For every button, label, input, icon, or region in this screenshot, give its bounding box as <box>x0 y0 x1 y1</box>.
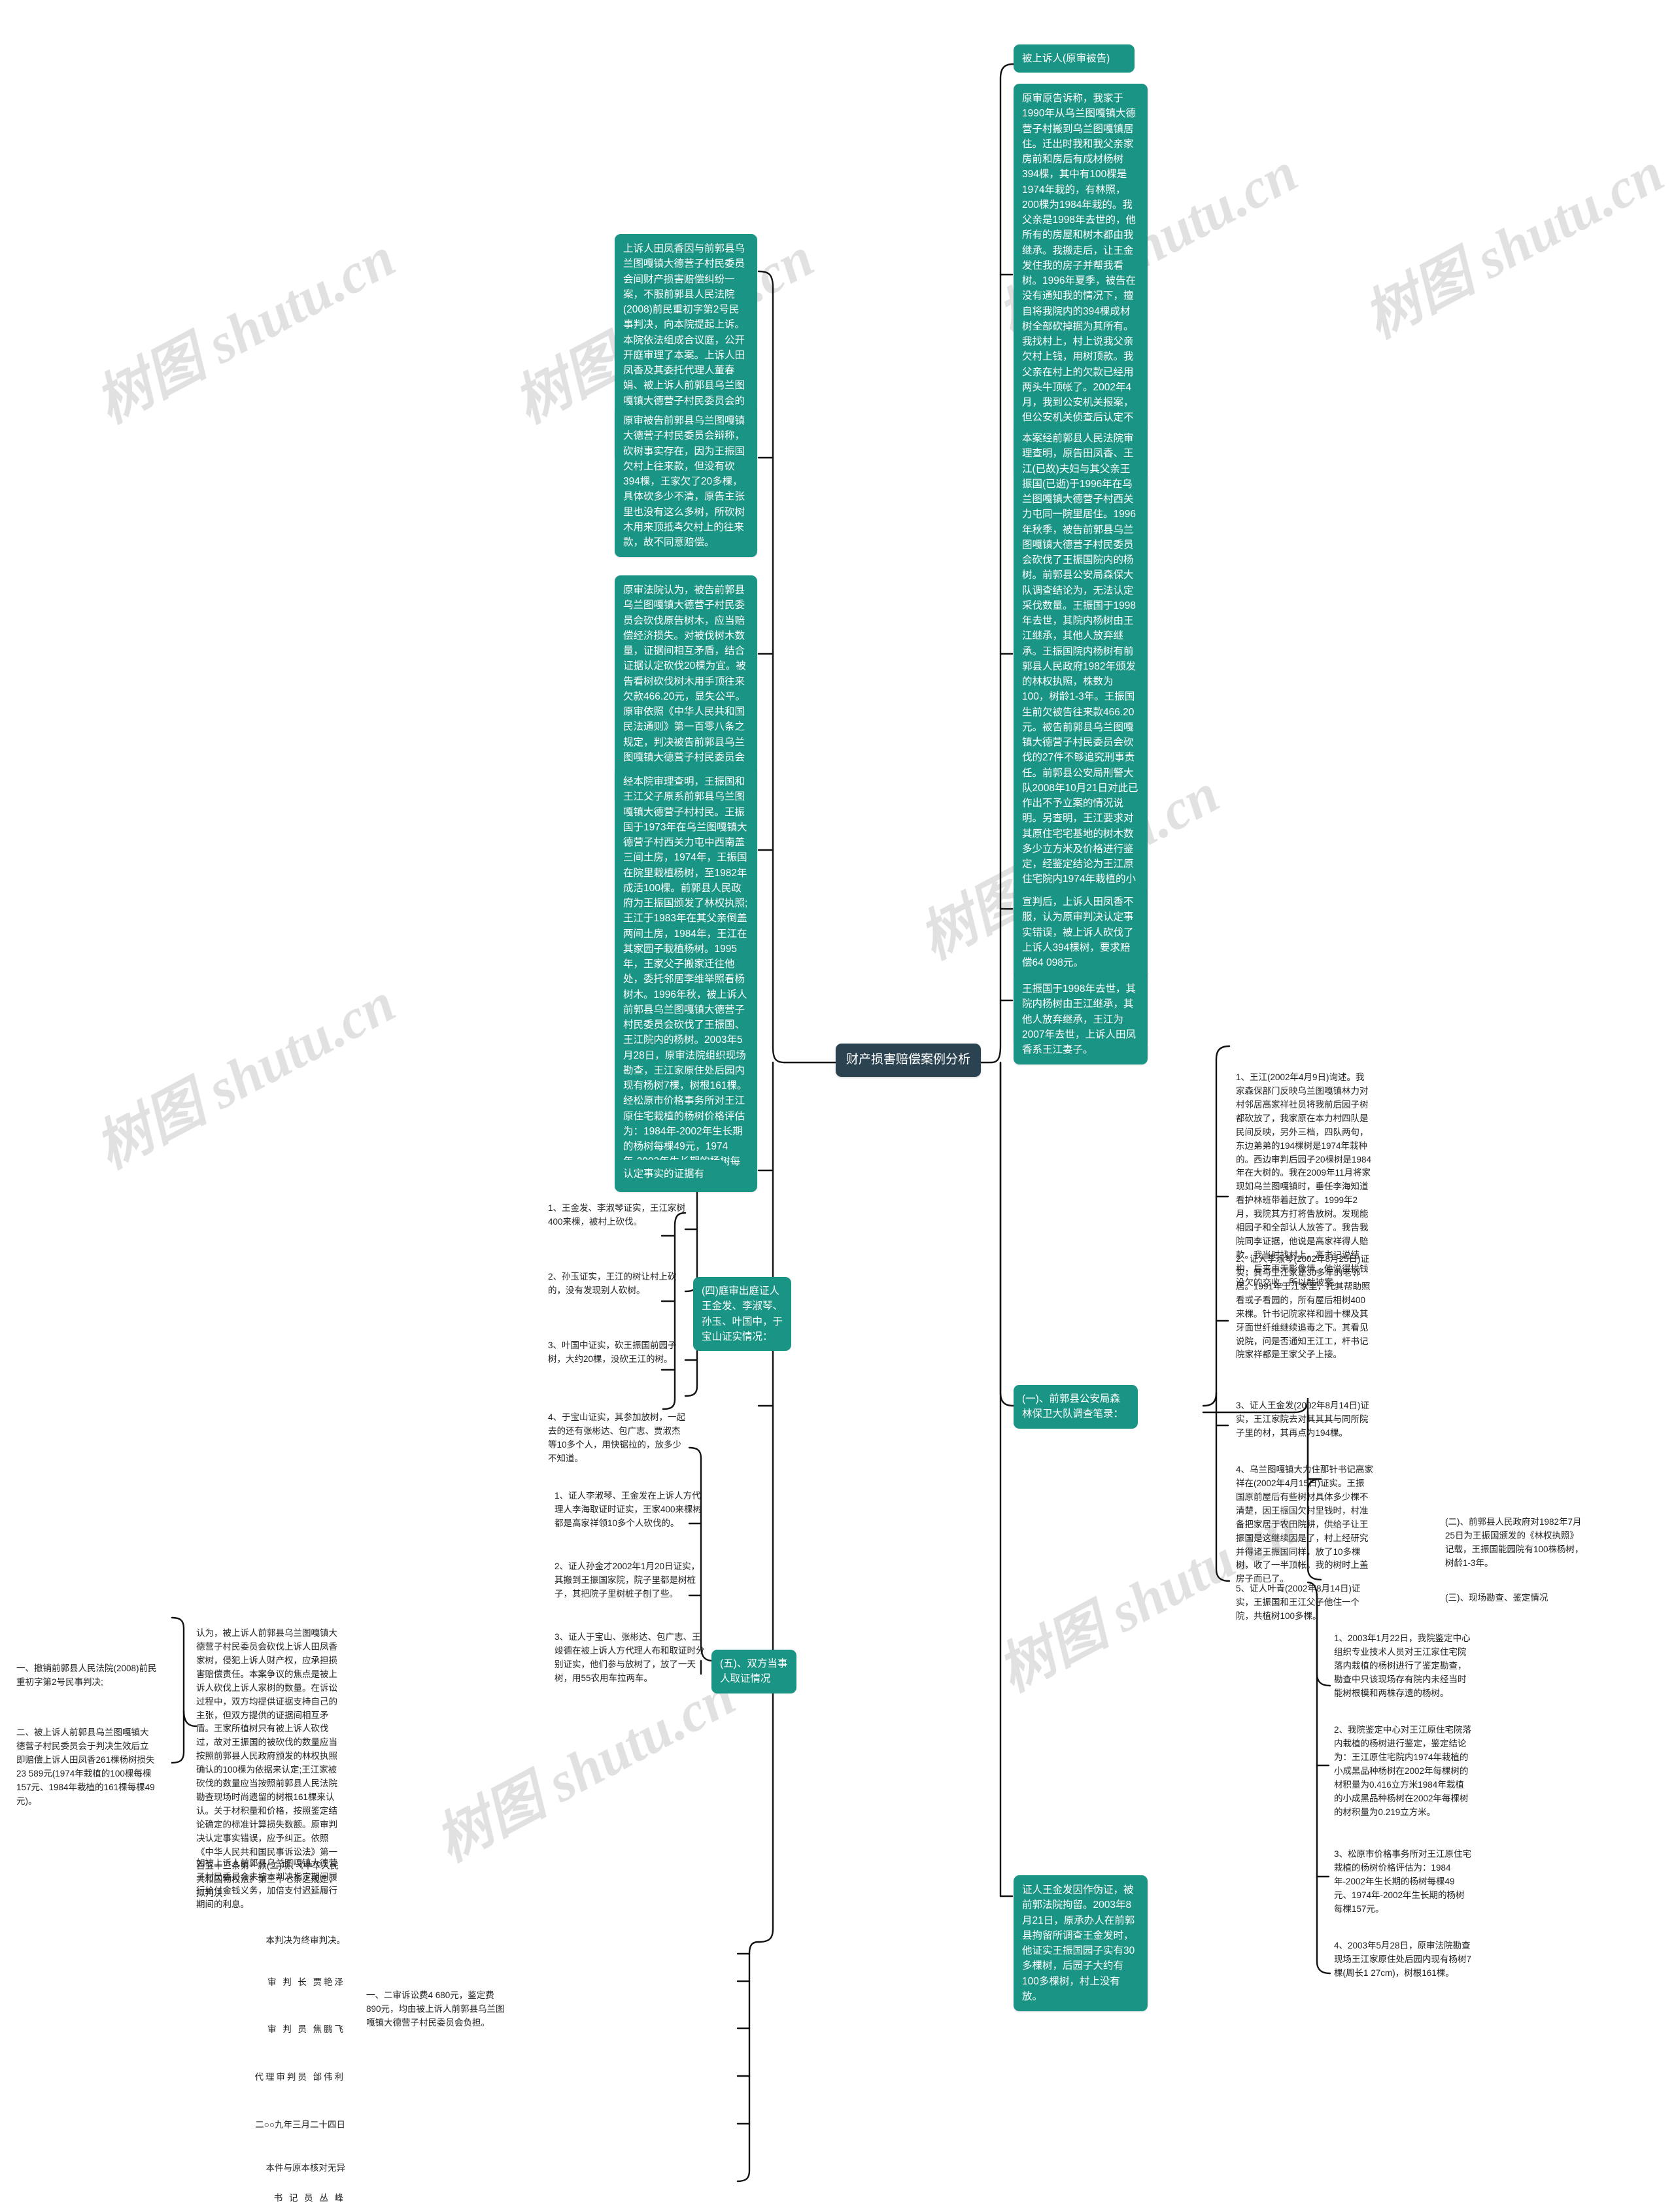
list-item: 4、乌兰图嘎镇大力住那针书记高家祥在(2002年4月15日)证实。王振国原前屋后… <box>1236 1465 1374 1584</box>
list-item: 1、王金发、李淑琴证实，王江家树400来棵，被村上砍伐。 <box>548 1203 686 1227</box>
list-item: 2、证人李淑琴(2002年8月25日)证实，其与王江家是30多年的老邻居。199… <box>1236 1254 1371 1360</box>
signature-item: 书 记 员 丛 峰 <box>273 2193 345 2203</box>
node-site-survey: (三)、现场勘查、鉴定情况 <box>1445 1593 1548 1603</box>
list-item: 3、叶国中证实，砍王振国前园子树，大约20棵，没砍王江的树。 <box>548 1340 677 1364</box>
list-item: 2、孙玉证实，王江的树让村上砍的，没有发现别人砍树。 <box>548 1272 677 1295</box>
node-facts[interactable]: 经本院审理查明，王振国和王江父子原系前郭县乌兰图嘎镇大德营子村村民。王振国于19… <box>615 767 757 1192</box>
signature-item: 审 判 员 焦鹏飞 <box>267 2024 345 2034</box>
signature-item: 二○○九年三月二十四日 <box>255 2120 345 2130</box>
root-node[interactable]: 财产损害赔偿案例分析 <box>836 1044 982 1077</box>
list-item: 4、2003年5月28日，原审法院勘查现场王江家原住处后园内现有杨树7棵(周长1… <box>1334 1941 1472 1978</box>
list-item: 3、松原市价格事务所对王江原住宅栽植的杨树价格评估为：1984年-2002年生长… <box>1334 1849 1472 1914</box>
signature-item: 本件与原本核对无异 <box>265 2163 346 2173</box>
node-inheritance[interactable]: 王振国于1998年去世，其院内杨树由王江继承，其他人放弃继承，王江为2007年去… <box>1014 974 1148 1065</box>
list-item: 1、2003年1月22日，我院鉴定中心组织专业技术人员对王江家住宅院落内栽植的杨… <box>1334 1633 1471 1698</box>
node-appellee-label[interactable]: 被上诉人(原审被告) <box>1014 44 1135 73</box>
verdict-item: 一、撤销前郭县人民法院(2008)前民重初字第2号民事判决; <box>16 1663 157 1687</box>
node-parties-evidence-label[interactable]: (五)、双方当事人取证情况 <box>711 1650 796 1693</box>
node-court-witness-label[interactable]: (四)庭审出庭证人王金发、李淑琴、孙玉、叶国中，于宝山证实情况： <box>693 1277 791 1351</box>
list-item: 5、证人叶青(2002年8月14日)证实，王振国和王江父子他住一个院，共植树10… <box>1236 1584 1361 1621</box>
node-defence[interactable]: 原审被告前郭县乌兰图嘎镇大德营子村民委员会辩称，砍树事实存在，因为王振国欠村上往… <box>615 406 757 558</box>
node-fee-note: 一、二审诉讼费4 680元，鉴定费890元，均由被上诉人前郭县乌兰图嘎镇大德营子… <box>366 1990 505 2028</box>
list-item: 2、我院鉴定中心对王江原住宅院落内栽植的杨树进行鉴定，鉴定结论为：王江原住宅院内… <box>1334 1725 1472 1817</box>
node-witness-punishment[interactable]: 证人王金发因作伪证，被前郭法院拘留。2003年8月21日，原承办人在前郭县拘留所… <box>1014 1875 1148 2011</box>
signature-item: 审 判 长 贾艳泽 <box>267 1977 345 1987</box>
list-item: 1、证人李淑琴、王金发在上诉人方代理人李海取证时证实，王家400来棵树都是高家祥… <box>555 1491 702 1528</box>
node-police-label[interactable]: (一)、前郭县公安局森林保卫大队调查笔录： <box>1014 1385 1138 1429</box>
node-evidence-header[interactable]: 认定事实的证据有 <box>615 1160 726 1189</box>
node-complaint[interactable]: 原审原告诉称，我家于1990年从乌兰图嘎镇大德营子村搬到乌兰图嘎镇居住。迁出时我… <box>1014 84 1148 479</box>
signature-item: 代理审判员 邰伟利 <box>254 2072 345 2082</box>
node-forest-cert: (二)、前郭县人民政府对1982年7月25日为王振国颁发的《林权执照》记载，王振… <box>1445 1517 1584 1568</box>
node-delay-notice: 如被上诉人前郭县乌兰图嘎镇大德营子村民委员会未按本判决指定期间履行给付金钱义务，… <box>196 1858 337 1909</box>
list-item: 2、证人孙金才2002年1月20日证实，其搬到王振国家院，院子里都是树桩子，其把… <box>555 1561 700 1599</box>
list-item: 4、于宝山证实，其参加放树，一起去的还有张彬达、包广志、贾淑杰等10多个人，用快… <box>548 1412 686 1463</box>
list-item: 3、证人于宝山、张彬达、包广志、王竣德在被上诉人方代理人布和取证时分别证实，他们… <box>555 1632 705 1683</box>
verdict-item: 二、被上诉人前郭县乌兰图嘎镇大德营子村民委员会于判决生效后立即赔偿上诉人田凤香2… <box>16 1727 155 1806</box>
node-final-judgment: 本判决为终审判决。 <box>265 1935 346 1945</box>
node-after-verdict[interactable]: 宣判后，上诉人田凤香不服，认为原审判决认定事实错误，被上诉人砍伐了上诉人394棵… <box>1014 887 1148 978</box>
list-item: 3、证人王金发(2002年8月14日)证实，王江家院去对其其其与同所院子里的材，… <box>1236 1401 1370 1438</box>
